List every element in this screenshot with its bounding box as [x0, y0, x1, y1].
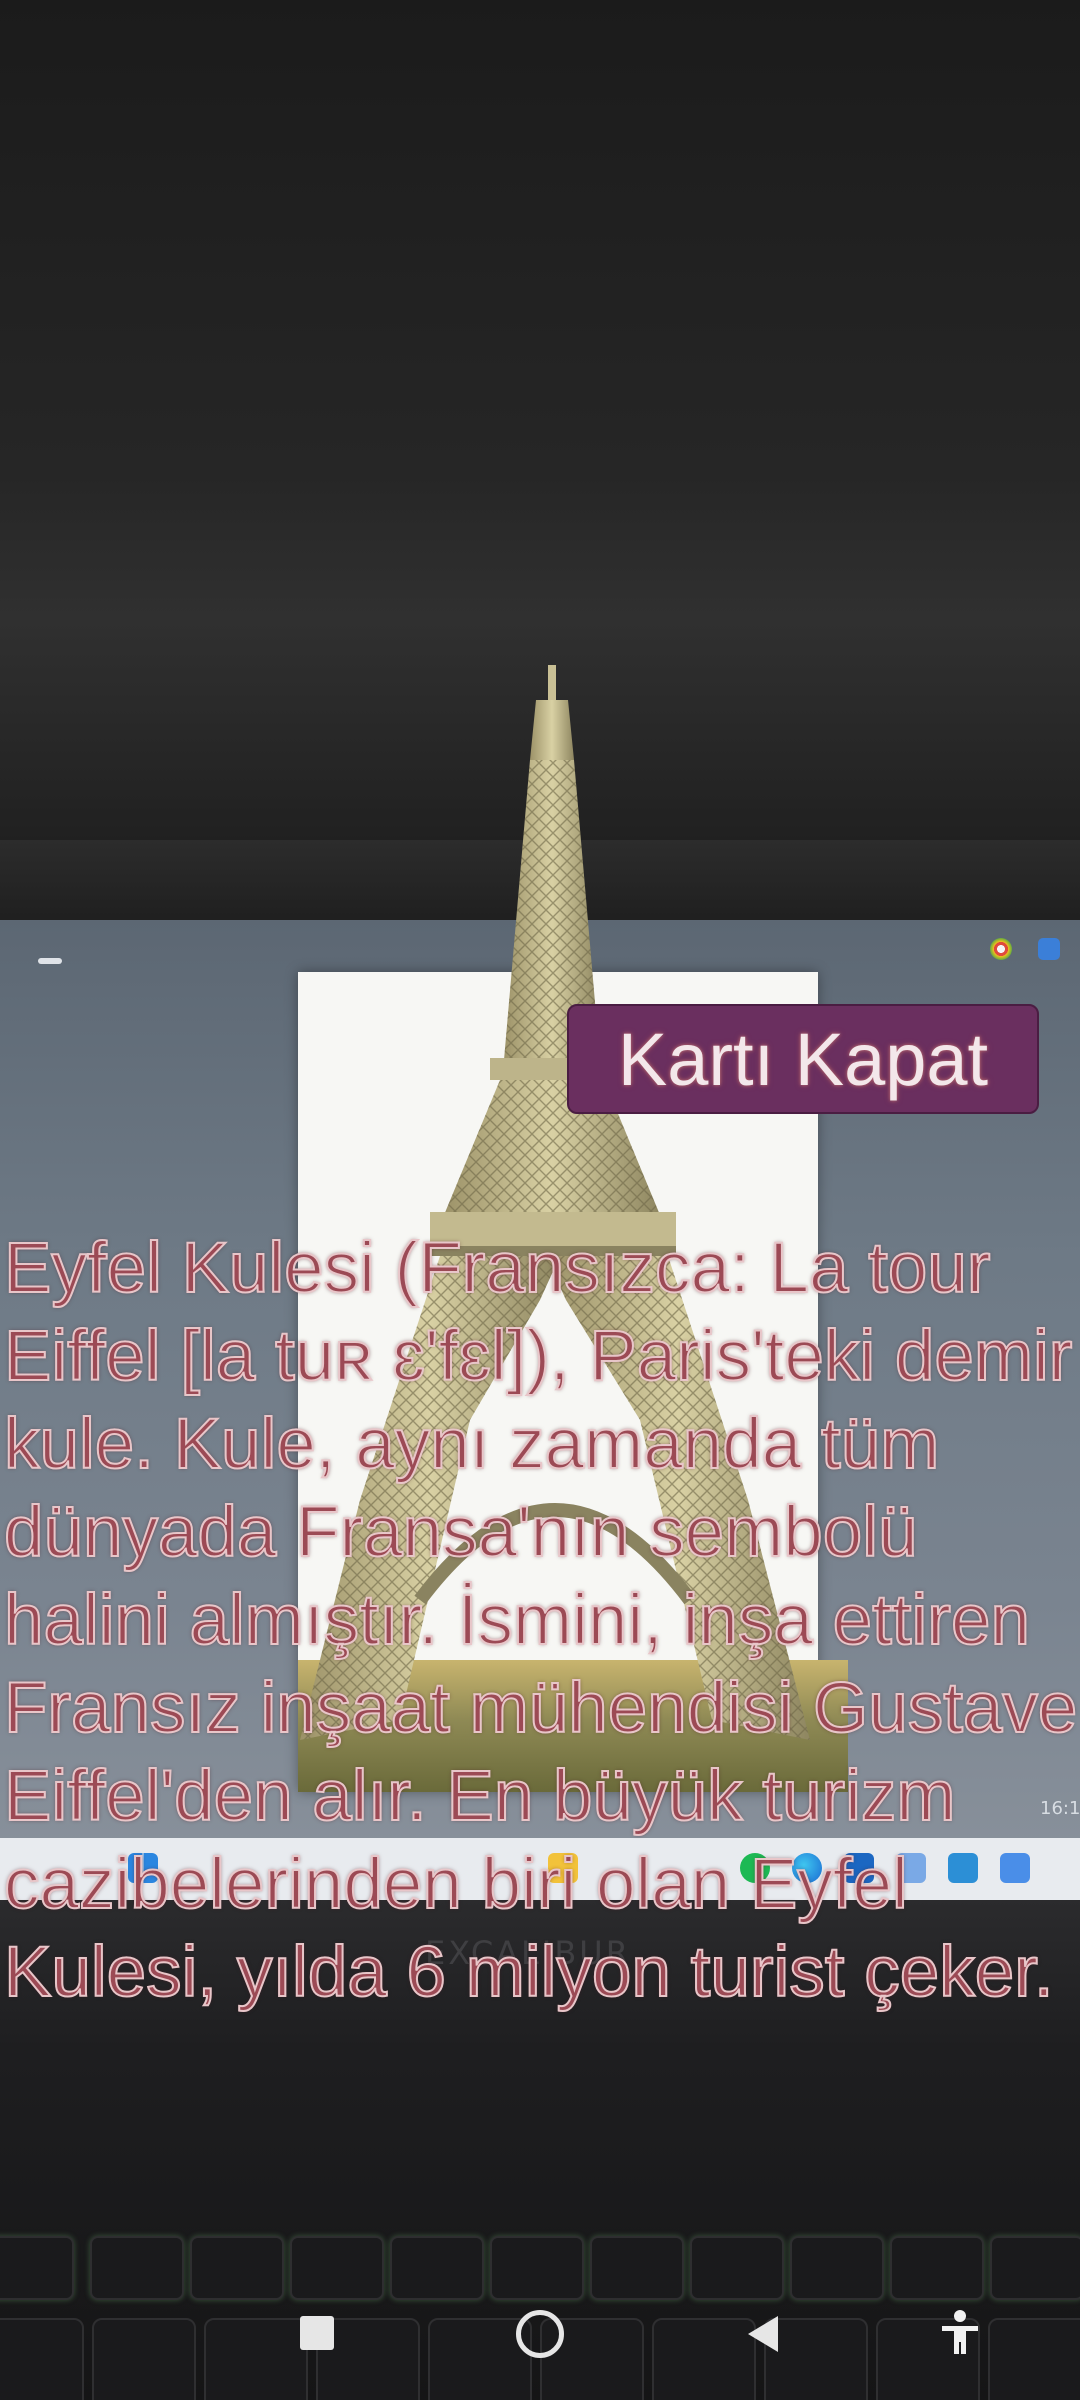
keyboard-key — [0, 2318, 84, 2400]
monitor-bezel — [0, 0, 1080, 860]
keyboard-key — [90, 2236, 184, 2300]
camera-view: 16:13 EXCALIBUR — [0, 0, 1080, 2400]
keyboard-key — [290, 2236, 384, 2300]
home-button[interactable] — [510, 2304, 570, 2364]
keyboard-key — [890, 2236, 984, 2300]
chrome-icon — [990, 938, 1012, 960]
keyboard-key — [790, 2236, 884, 2300]
keyboard-key — [988, 2318, 1080, 2400]
square-icon — [300, 2316, 334, 2350]
monitor-ledge — [0, 840, 1080, 930]
tower-description: Eyfel Kulesi (Fransızca: La tour Eiffel … — [3, 1228, 1078, 2013]
keyboard-key — [390, 2236, 484, 2300]
keyboard-key — [690, 2236, 784, 2300]
keyboard-key — [590, 2236, 684, 2300]
ellipsis-icon — [38, 958, 62, 964]
keyboard-key — [190, 2236, 284, 2300]
recents-button[interactable] — [288, 2304, 348, 2364]
accessibility-icon — [942, 2310, 978, 2354]
accessibility-button[interactable] — [930, 2304, 990, 2364]
keyboard-key — [92, 2318, 196, 2400]
keyboard-key — [0, 2236, 74, 2300]
circle-icon — [516, 2310, 564, 2358]
back-button[interactable] — [734, 2304, 794, 2364]
close-card-button[interactable]: Kartı Kapat — [567, 1004, 1039, 1114]
app-icon — [1038, 938, 1060, 960]
screen-top-icons — [0, 930, 1080, 970]
keyboard-key — [990, 2236, 1080, 2300]
keyboard-key — [490, 2236, 584, 2300]
triangle-back-icon — [748, 2316, 778, 2352]
